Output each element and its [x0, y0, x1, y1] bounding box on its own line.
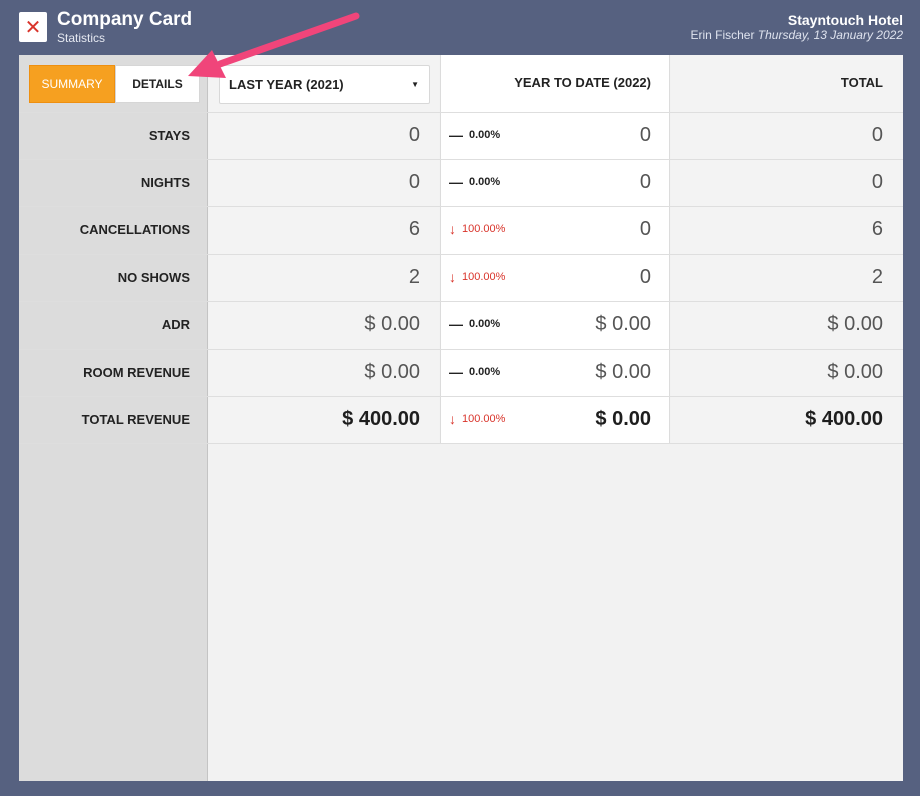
change-indicator: ↓ 100.00% [449, 412, 505, 426]
change-indicator: — 0.00% [449, 365, 500, 379]
divider [19, 206, 903, 207]
row-label: ADR [161, 317, 190, 332]
user-name: Erin Fischer [690, 28, 755, 42]
value-last-year: $ 400.00 [342, 408, 420, 430]
arrow-down-icon: ↓ [449, 221, 456, 237]
value-total: $ 0.00 [827, 361, 883, 383]
column-header-ytd: YEAR TO DATE (2022) [514, 75, 651, 90]
arrow-down-icon: ↓ [449, 411, 456, 427]
change-percent: 100.00% [462, 413, 506, 425]
row-label: ROOM REVENUE [83, 365, 190, 380]
column-header-total: TOTAL [840, 75, 883, 90]
value-total: 2 [871, 266, 883, 288]
hotel-name: Stayntouch Hotel [787, 12, 903, 28]
caret-down-icon: ▼ [411, 80, 419, 89]
value-total: 0 [871, 171, 883, 193]
value-total: 0 [871, 124, 883, 146]
value-year-to-date: 0 [639, 171, 651, 193]
divider [19, 301, 903, 302]
value-year-to-date: $ 0.00 [595, 361, 651, 383]
close-button[interactable]: ✕ [19, 12, 47, 42]
view-toggle: SUMMARY DETAILS [29, 65, 200, 103]
value-total: 6 [871, 218, 883, 240]
row-label: TOTAL REVENUE [81, 412, 190, 427]
divider [19, 112, 903, 113]
change-indicator: ↓ 100.00% [449, 222, 505, 236]
change-percent: 0.00% [469, 129, 501, 141]
value-last-year: $ 0.00 [364, 313, 420, 335]
change-percent: 100.00% [462, 223, 506, 235]
change-indicator: — 0.00% [449, 317, 500, 331]
change-percent: 0.00% [469, 366, 501, 378]
change-indicator: — 0.00% [449, 128, 500, 142]
last-year-column [209, 55, 439, 444]
summary-tab[interactable]: SUMMARY [29, 65, 115, 103]
value-total: $ 400.00 [805, 408, 883, 430]
dash-icon: — [449, 364, 463, 380]
statistics-card: SUMMARY DETAILS LAST YEAR (2021) ▼ YEAR … [19, 55, 903, 781]
change-indicator: — 0.00% [449, 175, 500, 189]
year-to-date-column [440, 55, 670, 444]
value-year-to-date: $ 0.00 [595, 313, 651, 335]
value-year-to-date: 0 [639, 218, 651, 240]
value-last-year: 6 [408, 218, 420, 240]
divider [19, 254, 903, 255]
change-percent: 0.00% [469, 176, 501, 188]
value-last-year: $ 0.00 [364, 361, 420, 383]
row-label: STAYS [148, 128, 190, 143]
row-label: NO SHOWS [117, 270, 190, 285]
value-total: $ 0.00 [827, 313, 883, 335]
divider [19, 396, 903, 397]
period-select[interactable]: LAST YEAR (2021) ▼ [219, 65, 430, 104]
period-select-value: LAST YEAR (2021) [229, 77, 344, 92]
value-year-to-date: 0 [639, 266, 651, 288]
dash-icon: — [449, 316, 463, 332]
divider [19, 443, 903, 444]
arrow-down-icon: ↓ [449, 269, 456, 285]
value-last-year: 0 [408, 124, 420, 146]
change-percent: 0.00% [469, 318, 501, 330]
close-icon: ✕ [24, 15, 42, 39]
row-label: NIGHTS [140, 175, 190, 190]
page-subtitle: Statistics [57, 31, 106, 45]
current-date: Thursday, 13 January 2022 [757, 28, 903, 42]
value-year-to-date: $ 0.00 [595, 408, 651, 430]
dash-icon: — [449, 174, 463, 190]
details-tab[interactable]: DETAILS [115, 65, 200, 103]
value-year-to-date: 0 [639, 124, 651, 146]
divider [19, 349, 903, 350]
user-date-line: Erin Fischer Thursday, 13 January 2022 [690, 28, 903, 42]
page-title: Company Card [57, 9, 193, 30]
change-percent: 100.00% [462, 271, 506, 283]
row-label: CANCELLATIONS [79, 222, 190, 237]
value-last-year: 0 [408, 171, 420, 193]
change-indicator: ↓ 100.00% [449, 270, 505, 284]
divider [19, 159, 903, 160]
total-column [671, 55, 903, 444]
value-last-year: 2 [408, 266, 420, 288]
dash-icon: — [449, 127, 463, 143]
